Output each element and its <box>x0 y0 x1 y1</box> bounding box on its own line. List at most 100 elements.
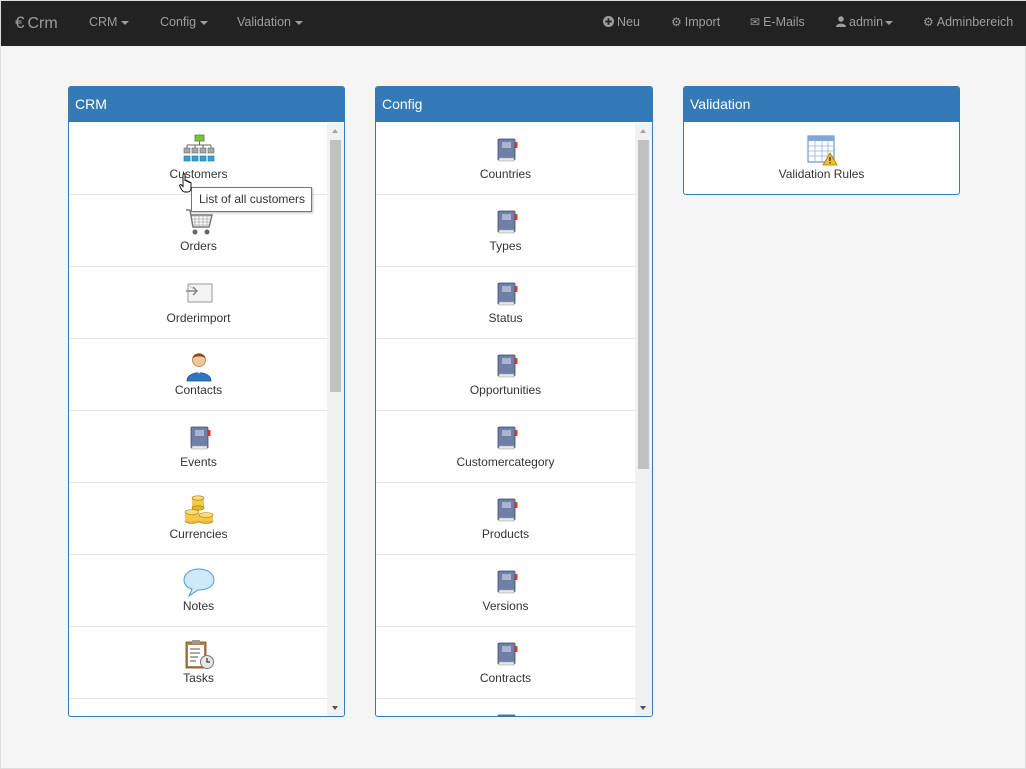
menu-crm[interactable]: CRM <box>89 1 130 46</box>
crm-item-label: Orderimport <box>166 311 231 325</box>
brand-label: Crm <box>27 15 58 32</box>
config-panel-title: Config <box>376 87 652 122</box>
customers-tooltip: List of all customers <box>191 187 312 212</box>
crm-scrollbar[interactable] <box>327 123 344 716</box>
config-item-label: Contracts <box>479 671 532 685</box>
caret-down-icon <box>200 20 209 25</box>
brand-link[interactable]: € Crm <box>15 1 58 46</box>
book-icon <box>497 354 517 378</box>
config-item-types[interactable]: Types <box>376 195 635 267</box>
menu-validation[interactable]: Validation <box>237 1 303 46</box>
menu-config[interactable]: Config <box>160 1 209 46</box>
config-item-label: Types <box>489 239 522 253</box>
config-item-status[interactable]: Status <box>376 267 635 339</box>
user-icon <box>836 1 846 44</box>
crm-item-partial[interactable] <box>69 699 328 716</box>
config-scrollbar[interactable] <box>635 123 652 716</box>
nav-admin-button[interactable]: ⚙ Adminbereich <box>923 1 1013 46</box>
crm-item-notes[interactable]: Notes <box>69 555 328 627</box>
crm-item-orderimport[interactable]: Orderimport <box>69 267 328 339</box>
clipboard-clock-icon <box>185 640 214 669</box>
crm-item-label: Notes <box>182 599 215 613</box>
speech-bubble-icon <box>182 568 215 598</box>
scroll-down-icon[interactable] <box>332 706 338 710</box>
crm-item-label: Customers <box>169 167 228 181</box>
nav-import-button[interactable]: ⚙ Import <box>671 1 720 46</box>
book-icon <box>190 426 210 450</box>
crm-item-label: Contacts <box>174 383 223 397</box>
scroll-up-icon[interactable] <box>332 129 338 133</box>
nav-emails-button[interactable]: ✉ E-Mails <box>750 1 805 46</box>
config-panel: Config Countries Types Status Opportunit… <box>375 86 653 717</box>
book-icon <box>497 426 517 450</box>
scroll-down-icon[interactable] <box>640 706 646 710</box>
book-icon <box>497 642 517 666</box>
plus-circle-icon <box>603 1 614 44</box>
gear-icon: ⚙ <box>671 15 682 29</box>
nav-new-label: Neu <box>617 15 640 29</box>
org-chart-icon <box>183 134 214 162</box>
caret-down-icon <box>885 20 894 25</box>
caret-down-icon <box>294 20 303 25</box>
crm-panel-title: CRM <box>69 87 344 122</box>
envelope-icon: ✉ <box>750 15 761 29</box>
crm-item-label: Orders <box>180 239 217 253</box>
menu-config-label: Config <box>160 15 197 29</box>
crm-item-currencies[interactable]: Currencies <box>69 483 328 555</box>
hand-cursor-icon <box>179 173 192 193</box>
coins-icon <box>184 495 213 524</box>
person-icon <box>186 353 211 382</box>
config-item-label: Customercategory <box>456 455 555 469</box>
menu-crm-label: CRM <box>89 15 118 29</box>
config-item-versions[interactable]: Versions <box>376 555 635 627</box>
nav-admin-label: Adminbereich <box>936 15 1014 29</box>
crm-item-label: Currencies <box>169 527 228 541</box>
book-icon <box>497 570 517 594</box>
nav-emails-label: E-Mails <box>763 15 805 29</box>
book-icon <box>497 210 517 234</box>
config-item-customercategory[interactable]: Customercategory <box>376 411 635 483</box>
book-icon <box>497 138 517 162</box>
config-item-label: Opportunities <box>469 383 542 397</box>
config-panel-body[interactable]: Countries Types Status Opportunities Cus… <box>376 123 652 716</box>
validation-panel: Validation Validation Rules <box>683 86 960 195</box>
euro-icon: € <box>15 13 25 32</box>
import-icon <box>185 283 212 303</box>
validation-item-rules[interactable]: Validation Rules <box>684 123 959 194</box>
config-item-label: Status <box>488 311 523 325</box>
config-item-partial[interactable] <box>376 699 635 716</box>
nav-import-label: Import <box>684 15 721 29</box>
crm-item-label: Tasks <box>183 671 214 685</box>
config-item-opportunities[interactable]: Opportunities <box>376 339 635 411</box>
crm-item-customers[interactable]: Customers <box>69 123 328 195</box>
gear-icon: ⚙ <box>923 15 934 29</box>
crm-item-label: Events <box>180 455 217 469</box>
config-item-label: Versions <box>482 599 529 613</box>
top-navbar: € Crm CRM Config Validation Neu ⚙ Import ✉… <box>1 1 1026 46</box>
config-item-label: Countries <box>479 167 532 181</box>
validation-item-label: Validation Rules <box>778 167 865 181</box>
book-icon <box>497 282 517 306</box>
nav-user-label: admin <box>849 15 884 29</box>
crm-scroll-thumb[interactable] <box>330 140 341 392</box>
config-item-contracts[interactable]: Contracts <box>376 627 635 699</box>
menu-validation-label: Validation <box>237 15 291 29</box>
caret-down-icon <box>121 20 130 25</box>
crm-item-tasks[interactable]: Tasks <box>69 627 328 699</box>
crm-panel: CRM Customers Orders Orderimport Contact… <box>68 86 345 717</box>
scroll-up-icon[interactable] <box>640 129 646 133</box>
validation-panel-body: Validation Rules <box>684 123 959 194</box>
validation-panel-title: Validation <box>684 87 959 122</box>
table-warning-icon <box>807 135 838 166</box>
partial-icon <box>183 710 215 716</box>
config-item-products[interactable]: Products <box>376 483 635 555</box>
crm-item-events[interactable]: Events <box>69 411 328 483</box>
crm-item-contacts[interactable]: Contacts <box>69 339 328 411</box>
nav-new-button[interactable]: Neu <box>603 1 640 46</box>
nav-user-menu[interactable]: admin <box>836 1 894 46</box>
config-item-label: Products <box>481 527 530 541</box>
book-icon <box>497 498 517 522</box>
config-scroll-thumb[interactable] <box>638 140 649 469</box>
book-icon <box>497 714 515 716</box>
config-item-countries[interactable]: Countries <box>376 123 635 195</box>
